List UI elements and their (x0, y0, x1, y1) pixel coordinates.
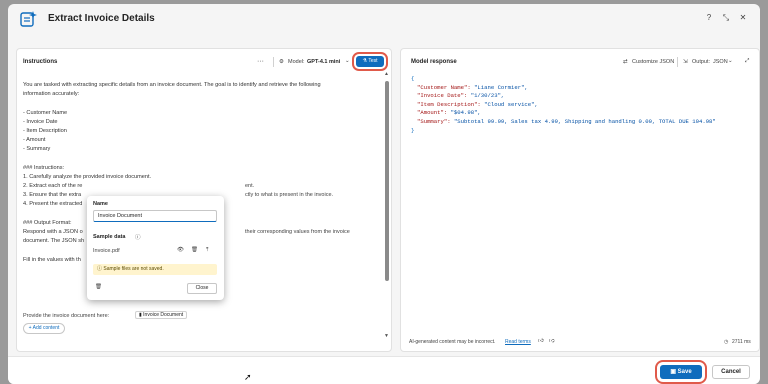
instruction-line (23, 99, 379, 108)
sample-file-name: Invoice.pdf (93, 248, 120, 254)
json-key: "Invoice Date": (417, 92, 471, 100)
json-line: "Invoice Date": "1/30/23", (411, 92, 716, 101)
output-icon: ⇲ (683, 59, 688, 65)
dialog-titlebar: Extract Invoice Details ? ⤡ ✕ (8, 4, 760, 36)
json-value: } (411, 126, 415, 134)
output-label: Output: (692, 59, 711, 65)
json-line: "Amount": "$04.98", (411, 109, 716, 118)
json-value: "$04.98", (450, 109, 481, 117)
save-button-label: Save (677, 369, 692, 375)
warning-banner: ⓘ Sample files are not saved. (93, 264, 217, 275)
instruction-line: 2. Extract each of the re (23, 183, 83, 190)
instructions-tail-1: ent. (245, 183, 255, 189)
plus-icon: + (28, 325, 32, 331)
add-content-label: Add content (32, 325, 60, 331)
instruction-line: You are tasked with extracting specific … (23, 82, 321, 88)
read-terms-link[interactable]: Read terms (505, 339, 531, 345)
clock-icon: ◷ (724, 339, 729, 345)
provide-text: Provide the invoice document here: (23, 313, 110, 319)
chevron-down-icon[interactable]: ⌄ (728, 58, 733, 64)
ai-disclaimer: AI-generated content may be incorrect. (409, 339, 496, 345)
instruction-line: ### Instructions: (23, 164, 65, 171)
json-key: "Item Description": (417, 100, 485, 108)
document-icon: ▮ (139, 312, 142, 318)
close-icon[interactable]: ✕ (738, 13, 748, 23)
name-input[interactable]: Invoice Document (93, 210, 217, 222)
sparkle-app-icon (20, 11, 37, 27)
instructions-scrollbar[interactable]: ▲ ▼ (384, 71, 390, 349)
test-button[interactable]: ⚗ Test (352, 52, 388, 71)
expand-icon[interactable]: ⤢ (745, 58, 749, 65)
model-label: Model: (288, 59, 305, 65)
model-response-panel: Model response ⇄ Customize JSON ⇲ Output… (400, 48, 760, 352)
json-value: "Subtotal 99.99, Sales tax 4.99, Shippin… (453, 117, 716, 125)
flask-icon: ⚗ (362, 58, 367, 64)
json-value: "Cloud service", (484, 100, 538, 108)
json-value: "1/30/23", (470, 92, 505, 100)
model-icon: ⚙ (279, 59, 284, 65)
json-line: "Summary": "Subtotal 99.99, Sales tax 4.… (411, 118, 716, 127)
response-time: 2711 ms (732, 339, 751, 345)
dialog-footer: ▣ Save Cancel (8, 356, 760, 384)
view-icon[interactable]: 👁︎ (177, 247, 184, 253)
instruction-line: information accurately: (23, 91, 80, 98)
delete-file-icon[interactable]: 🗑︎ (191, 247, 198, 253)
info-icon[interactable]: ⓘ (135, 233, 141, 241)
cancel-button[interactable]: Cancel (712, 365, 750, 379)
scroll-up-icon[interactable]: ▲ (384, 71, 389, 77)
json-key: "Customer Name": (417, 83, 475, 91)
chip-label: Invoice Document (143, 312, 184, 318)
instructions-header: Instructions (23, 59, 58, 65)
json-line: "Item Description": "Cloud service", (411, 101, 716, 110)
instructions-tail-2: ctly to what is present in the invoice. (245, 192, 334, 198)
json-key: "Amount": (417, 109, 451, 117)
dialog-title: Extract Invoice Details (48, 13, 155, 24)
divider (273, 57, 274, 67)
thumbs-up-icon[interactable]: 👍︎ (538, 338, 544, 344)
more-options-icon[interactable]: ··· (257, 58, 264, 65)
instruction-line: - Amount (23, 137, 46, 144)
add-content-button[interactable]: + Add content (23, 323, 65, 334)
instruction-line: 1. Carefully analyze the provided invoic… (23, 173, 152, 180)
instruction-line (23, 155, 379, 164)
model-response-header: Model response (411, 59, 457, 65)
customize-json-icon: ⇄ (623, 59, 628, 65)
json-line: { (411, 75, 716, 84)
mouse-cursor-icon: ➚ (244, 372, 252, 382)
delete-input-icon[interactable]: 🗑︎ (95, 284, 102, 290)
warning-icon: ⓘ (97, 266, 103, 272)
scroll-thumb[interactable] (385, 81, 389, 281)
json-response: {"Customer Name": "Liane Cormier", "Invoi… (411, 75, 716, 135)
save-icon: ▣ (670, 369, 676, 375)
scroll-down-icon[interactable]: ▼ (384, 333, 389, 339)
input-details-popup: Name Invoice Document Sample data ⓘ Invo… (87, 196, 224, 300)
model-selector[interactable]: GPT-4.1 mini (307, 59, 340, 65)
instruction-line: - Summary (23, 146, 51, 153)
collapse-icon[interactable]: ⤡ (721, 13, 731, 23)
instruction-line: - Invoice Date (23, 118, 58, 125)
json-line: } (411, 127, 716, 136)
upload-icon[interactable]: ⤒ (206, 247, 208, 254)
divider (677, 57, 678, 67)
json-value: { (411, 75, 415, 82)
json-value: "Liane Cormier", (474, 83, 528, 91)
customize-json-button[interactable]: Customize JSON (632, 59, 674, 65)
json-line: "Customer Name": "Liane Cormier", (411, 84, 716, 93)
close-popup-button[interactable]: Close (187, 283, 217, 294)
invoice-document-chip[interactable]: ▮ Invoice Document (135, 311, 188, 319)
test-button-label: Test (368, 58, 378, 64)
instructions-tail-3: their corresponding values from the invo… (245, 229, 350, 235)
warning-text: Sample files are not saved. (103, 266, 164, 272)
instruction-line: - Item Description (23, 127, 67, 134)
instruction-line: - Customer Name (23, 109, 68, 116)
help-icon[interactable]: ? (704, 13, 714, 23)
output-format-selector[interactable]: JSON (713, 59, 728, 65)
sample-data-label: Sample data (93, 234, 126, 240)
thumbs-down-icon[interactable]: 👎︎ (549, 338, 555, 344)
name-label: Name (93, 201, 108, 207)
json-key: "Summary": (417, 117, 454, 125)
save-button[interactable]: ▣ Save (655, 360, 707, 384)
extract-invoice-dialog: Extract Invoice Details ? ⤡ ✕ Instructio… (8, 4, 760, 384)
chevron-down-icon[interactable]: ⌄ (345, 58, 350, 64)
